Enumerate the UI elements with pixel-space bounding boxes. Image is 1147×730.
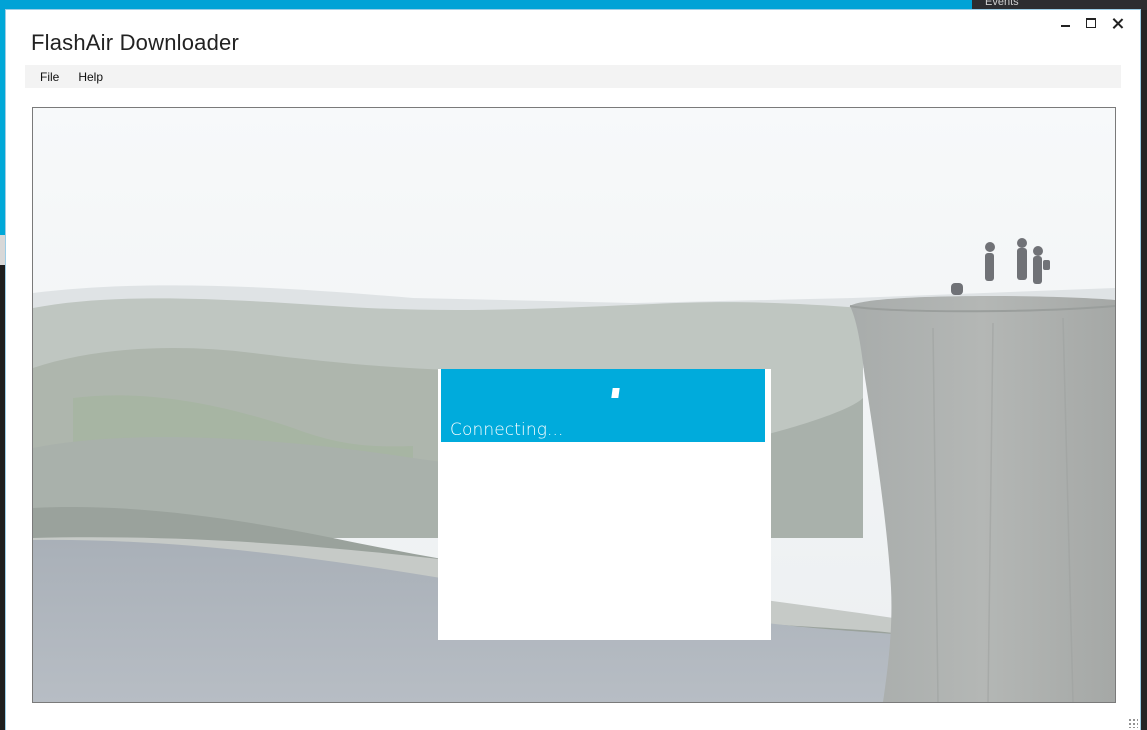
content-area: Connecting... xyxy=(32,107,1116,703)
resize-grip-icon[interactable] xyxy=(1128,718,1138,728)
connecting-dialog: Connecting... xyxy=(438,369,771,640)
app-window: FlashAir Downloader File Help Connecting… xyxy=(6,10,1140,730)
background-events-label: Events xyxy=(985,0,1019,8)
background-right-panel xyxy=(1140,10,1147,730)
menu-file[interactable]: File xyxy=(32,70,67,84)
minimize-icon xyxy=(1060,25,1070,27)
maximize-button[interactable] xyxy=(1078,14,1104,32)
maximize-icon xyxy=(1086,18,1096,28)
close-button[interactable] xyxy=(1104,14,1130,32)
connection-status: Connecting... xyxy=(450,420,564,440)
window-title: FlashAir Downloader xyxy=(31,30,239,55)
spinner-icon xyxy=(611,388,620,398)
menu-bar: File Help xyxy=(25,65,1121,88)
close-icon xyxy=(1112,18,1123,29)
window-controls xyxy=(1052,14,1130,32)
menu-help[interactable]: Help xyxy=(70,70,111,84)
dialog-header: Connecting... xyxy=(441,369,765,442)
minimize-button[interactable] xyxy=(1052,14,1078,32)
